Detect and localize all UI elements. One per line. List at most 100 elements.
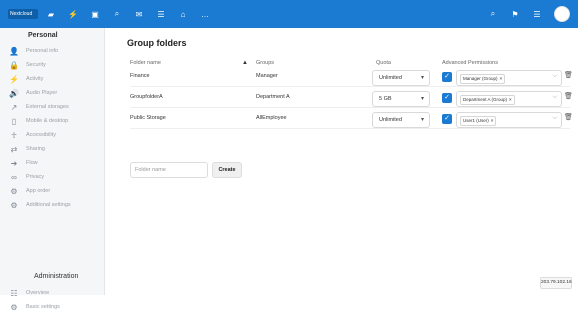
tag-label: User1 (User) <box>463 118 489 123</box>
sort-ascending-icon[interactable]: ▲ <box>242 60 248 66</box>
sidebar-item-label: Flow <box>26 160 38 166</box>
search-icon[interactable]: ⌕ <box>488 9 498 19</box>
sidebar-item-external-storages[interactable]: ↗ External storages <box>8 100 100 114</box>
page-title: Group folders <box>127 38 187 48</box>
ip-address-badge: 203.79.102.16 <box>540 277 572 289</box>
permission-tag: Department A (Group) × <box>460 95 515 105</box>
remove-tag-icon[interactable]: × <box>500 76 503 81</box>
search-icon[interactable]: ⌕ <box>112 9 122 19</box>
accessibility-icon: ☥ <box>11 130 17 140</box>
sidebar-item-label: Privacy <box>26 174 45 180</box>
contacts-icon[interactable]: ☰ <box>532 9 542 19</box>
sidebar-item-privacy[interactable]: ∞ Privacy <box>8 170 100 184</box>
avatar[interactable] <box>554 6 570 22</box>
sidebar-item-label: Activity <box>26 76 44 82</box>
remove-tag-icon[interactable]: × <box>491 118 494 123</box>
mail-icon[interactable]: ✉ <box>134 9 144 19</box>
delete-folder-icon[interactable]: 🗑 <box>564 92 573 100</box>
tag-label: Department A (Group) <box>463 97 508 102</box>
sidebar-item-label: Accessibility <box>26 132 56 138</box>
bolt-icon: ⚡ <box>9 74 19 84</box>
new-folder-row: Folder name Create <box>130 162 430 180</box>
sidebar-item-label: Sharing <box>26 146 45 152</box>
sidebar-item-label: App order <box>26 188 51 194</box>
create-button[interactable]: Create <box>212 162 242 178</box>
sidebar-item-label: Audio Player <box>26 90 58 96</box>
advanced-permissions-select[interactable]: User1 (User) × ⌵ <box>456 112 562 128</box>
sidebar-item-flow[interactable]: ➜ Flow <box>8 156 100 170</box>
sidebar-item-label: External storages <box>26 104 69 110</box>
dropdown-icon[interactable]: ⌵ <box>552 73 557 80</box>
nextcloud-logo[interactable]: Nextcloud <box>8 9 38 19</box>
column-advanced-permissions[interactable]: Advanced Permissions <box>442 60 498 66</box>
delete-folder-icon[interactable]: 🗑 <box>564 71 573 79</box>
dropdown-icon[interactable]: ⌵ <box>552 115 557 122</box>
dropdown-icon[interactable]: ⌵ <box>552 94 557 101</box>
folder-name-input[interactable]: Folder name <box>130 162 208 178</box>
advanced-permissions-checkbox[interactable]: ✓ <box>442 93 452 103</box>
chevron-down-icon: ▾ <box>420 117 424 123</box>
sidebar-item-basic-settings[interactable]: ⚙ Basic settings <box>8 300 100 314</box>
sidebar-item-additional-settings[interactable]: ⚙ Additional settings <box>8 198 100 212</box>
column-groups[interactable]: Groups <box>256 60 274 66</box>
sidebar-item-app-order[interactable]: ⚙ App order <box>8 184 100 198</box>
quota-select[interactable]: Unlimited ▾ <box>372 70 430 86</box>
sidebar-item-mobile-desktop[interactable]: ▯ Mobile & desktop <box>8 114 100 128</box>
sidebar-item-sharing[interactable]: ⇄ Sharing <box>8 142 100 156</box>
lock-icon: 🔒 <box>9 60 19 70</box>
share-icon: ⇄ <box>10 144 18 154</box>
column-quota[interactable]: Quota <box>376 60 391 66</box>
groups-cell[interactable]: Department A <box>256 94 290 100</box>
settings-icon: ⚙ <box>10 186 18 196</box>
quota-select[interactable]: 5 GB ▾ <box>372 91 430 107</box>
home-icon[interactable]: ⌂ <box>178 9 188 19</box>
top-bar: Nextcloud ▰ ⚡ ▣ ⌕ ✉ ☰ ⌂ … ⌕ ⚑ ☰ <box>0 0 578 28</box>
main-content: Group folders Folder name ▲ Groups Quota… <box>116 28 573 288</box>
notifications-icon[interactable]: ⚑ <box>510 9 520 19</box>
folder-name[interactable]: GroupfolderA <box>130 94 163 100</box>
privacy-icon: ∞ <box>11 172 17 182</box>
groups-cell[interactable]: Manager <box>256 73 278 79</box>
groups-cell[interactable]: AllEmployee <box>256 115 287 121</box>
advanced-permissions-checkbox[interactable]: ✓ <box>442 114 452 124</box>
delete-folder-icon[interactable]: 🗑 <box>564 113 573 121</box>
table-row: GroupfolderA Department A 5 GB ▾ ✓ Depart… <box>130 89 573 108</box>
table-row: Finance Manager Unlimited ▾ ✓ Manager (Gr… <box>130 68 573 87</box>
contacts-icon[interactable]: ☰ <box>156 9 166 19</box>
folder-name[interactable]: Finance <box>130 73 150 79</box>
settings-icon: ⚙ <box>10 302 18 312</box>
remove-tag-icon[interactable]: × <box>509 97 512 102</box>
column-folder-name[interactable]: Folder name <box>130 60 161 66</box>
permission-tag: User1 (User) × <box>460 116 497 126</box>
activity-icon[interactable]: ⚡ <box>68 9 78 19</box>
sidebar-item-personal-info[interactable]: 👤 Personal info <box>8 44 100 58</box>
logo-text: Nextcloud <box>10 11 33 17</box>
sidebar-item-activity[interactable]: ⚡ Activity <box>8 72 100 86</box>
advanced-permissions-select[interactable]: Department A (Group) × ⌵ <box>456 91 562 107</box>
sidebar-item-label: Additional settings <box>26 202 71 208</box>
tag-label: Manager (Group) <box>463 76 498 81</box>
table-row: Public Storage AllEmployee Unlimited ▾ ✓ … <box>130 110 573 129</box>
quota-value: 5 GB <box>379 96 392 102</box>
sidebar-admin-title: Administration <box>34 273 79 280</box>
folder-name[interactable]: Public Storage <box>130 115 166 121</box>
sidebar-item-audio-player[interactable]: 🔊 Audio Player <box>8 86 100 100</box>
quota-value: Unlimited <box>379 117 402 123</box>
advanced-permissions-checkbox[interactable]: ✓ <box>442 72 452 82</box>
flow-icon: ➜ <box>10 158 18 168</box>
sidebar-item-accessibility[interactable]: ☥ Accessibility <box>8 128 100 142</box>
settings-icon: ⚙ <box>10 200 18 210</box>
sidebar-item-label: Overview <box>26 290 49 296</box>
sidebar-item-overview[interactable]: ☷ Overview <box>8 286 100 300</box>
more-icon[interactable]: … <box>200 9 210 19</box>
advanced-permissions-select[interactable]: Manager (Group) × ⌵ <box>456 70 562 86</box>
sidebar-item-label: Mobile & desktop <box>26 118 69 124</box>
files-icon[interactable]: ▰ <box>46 9 56 19</box>
quota-select[interactable]: Unlimited ▾ <box>372 112 430 128</box>
right-icons: ⌕ ⚑ ☰ <box>488 0 570 28</box>
chevron-down-icon: ▾ <box>420 96 424 102</box>
user-icon: 👤 <box>9 46 19 56</box>
sidebar-item-security[interactable]: 🔒 Security <box>8 58 100 72</box>
gallery-icon[interactable]: ▣ <box>90 9 100 19</box>
permission-tag: Manager (Group) × <box>460 74 506 84</box>
